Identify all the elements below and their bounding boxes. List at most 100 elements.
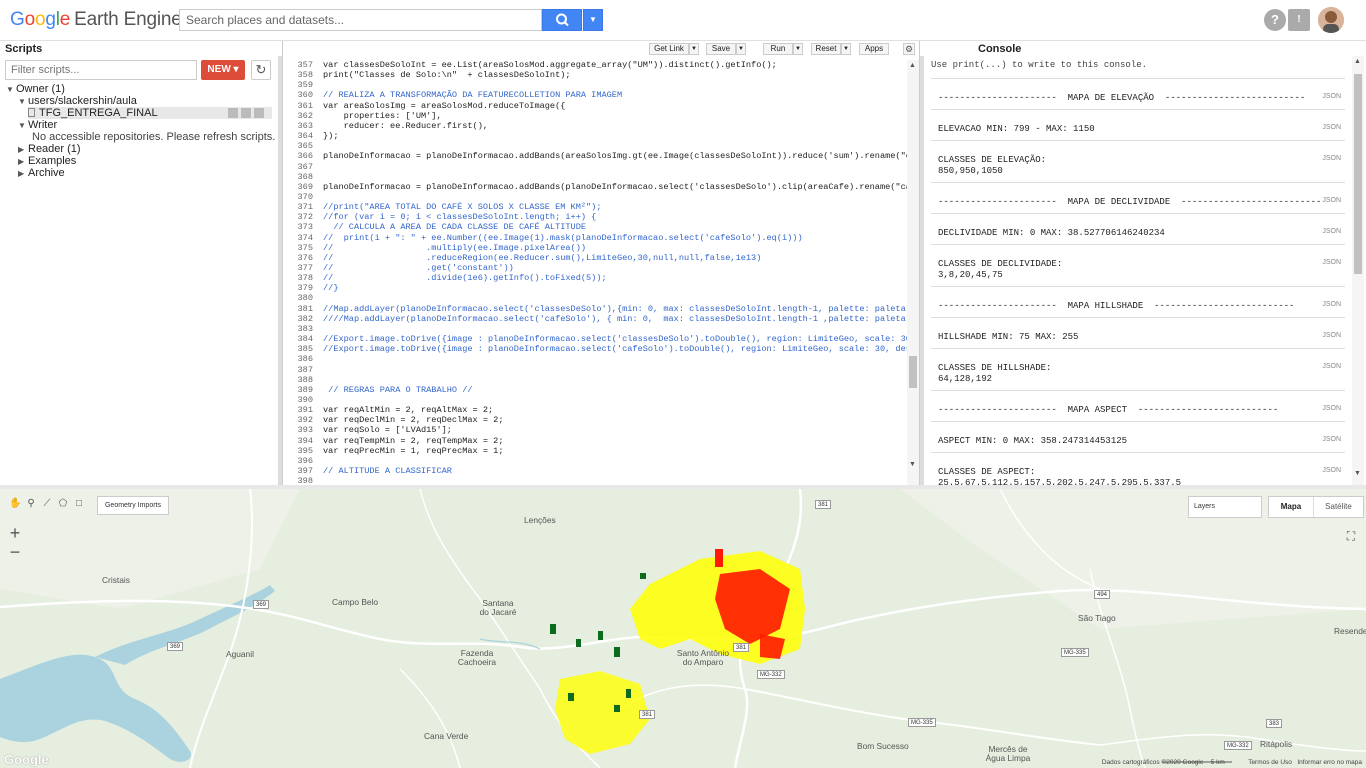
terms-link[interactable]: Termos de Uso [1248, 759, 1292, 766]
code-line[interactable]: 365 [283, 141, 907, 151]
get-link-button[interactable]: Get Link [649, 43, 689, 55]
search-input[interactable] [179, 9, 542, 31]
code-line[interactable]: 369 planoDeInformacao = planoDeInformacao… [283, 182, 907, 192]
code-area[interactable]: 357 var classesDeSoloInt = ee.List(areaSo… [283, 60, 907, 485]
code-line[interactable]: 385 //Export.image.toDrive({image : plano… [283, 344, 907, 354]
run-dropdown[interactable]: ▼ [793, 43, 803, 55]
code-line[interactable]: 374 // print(i + ": " + ee.Number((ee.Ima… [283, 233, 907, 243]
tab-scripts[interactable]: Scripts [2, 43, 46, 56]
new-script-button[interactable]: NEW ▾ [201, 60, 245, 80]
code-line[interactable]: 367 [283, 162, 907, 172]
map-type-mapa[interactable]: Mapa [1269, 497, 1313, 517]
apps-button[interactable]: Apps [859, 43, 889, 55]
code-line[interactable]: 370 [283, 192, 907, 202]
scroll-up-icon[interactable]: ▲ [909, 62, 916, 69]
reset-dropdown[interactable]: ▼ [841, 43, 851, 55]
code-line[interactable]: 388 [283, 375, 907, 385]
report-error-link[interactable]: Informar erro no mapa [1297, 759, 1362, 766]
zoom-in-button[interactable]: + [5, 523, 25, 543]
json-toggle[interactable]: JSON [1322, 467, 1341, 474]
json-toggle[interactable]: JSON [1322, 363, 1341, 370]
code-line[interactable]: 396 [283, 456, 907, 466]
hand-tool-icon[interactable]: ✋ [9, 498, 21, 510]
map-view[interactable]: ✋ ⚲ ⟋ ⬠ □ Geometry Imports + − Layers Ma… [0, 489, 1366, 768]
scroll-down-icon[interactable]: ▼ [1354, 470, 1361, 477]
feedback-icon[interactable]: ! [1288, 9, 1310, 31]
code-line[interactable]: 375 // .multiply(ee.Image.pixelArea()) [283, 243, 907, 253]
map-type-satellite[interactable]: Satélite [1313, 497, 1363, 517]
tab-assets[interactable]: Assets [70, 43, 112, 56]
polygon-tool-icon[interactable]: ⬠ [57, 498, 69, 510]
rename-icon[interactable] [241, 108, 251, 118]
code-line[interactable]: 384 //Export.image.toDrive({image : plano… [283, 334, 907, 344]
code-line[interactable]: 389 // REGRAS PARA O TRABALHO // [283, 385, 907, 395]
code-line[interactable]: 378 // .divide(1e6).getInfo().toFixed(5))… [283, 273, 907, 283]
refresh-scripts-button[interactable]: ↻ [251, 60, 271, 80]
history-icon[interactable] [228, 108, 238, 118]
json-toggle[interactable]: JSON [1322, 436, 1341, 443]
point-tool-icon[interactable]: ⚲ [25, 498, 37, 510]
editor-scroll-thumb[interactable] [909, 356, 917, 388]
rectangle-tool-icon[interactable]: □ [73, 498, 85, 510]
code-line[interactable]: 398 [283, 476, 907, 485]
get-link-dropdown[interactable]: ▼ [689, 43, 699, 55]
delete-icon[interactable] [254, 108, 264, 118]
code-line[interactable]: 390 [283, 395, 907, 405]
run-button[interactable]: Run [763, 43, 793, 55]
code-line[interactable]: 383 [283, 324, 907, 334]
save-dropdown[interactable]: ▼ [736, 43, 746, 55]
search-dropdown-button[interactable]: ▼ [583, 9, 603, 31]
line-tool-icon[interactable]: ⟋ [41, 498, 53, 510]
scroll-up-icon[interactable]: ▲ [1354, 58, 1361, 65]
code-line[interactable]: 361 var areaSolosImg = areaSolosMod.reduc… [283, 101, 907, 111]
search-button[interactable] [542, 9, 582, 31]
code-line[interactable]: 380 [283, 293, 907, 303]
tree-writer[interactable]: ▼ Writer [18, 119, 57, 131]
code-line[interactable]: 368 [283, 172, 907, 182]
code-line[interactable]: 394 var reqTempMin = 2, reqTempMax = 2; [283, 436, 907, 446]
json-toggle[interactable]: JSON [1322, 301, 1341, 308]
gear-icon[interactable]: ⚙ [903, 43, 915, 55]
code-line[interactable]: 397 // ALTITUDE A CLASSIFICAR [283, 466, 907, 476]
json-toggle[interactable]: JSON [1322, 93, 1341, 100]
editor-scrollbar[interactable]: ▲ ▼ [907, 60, 919, 485]
zoom-out-button[interactable]: − [5, 542, 25, 562]
tree-archive[interactable]: ▶ Archive [18, 167, 65, 179]
console-scroll-thumb[interactable] [1354, 74, 1362, 274]
code-line[interactable]: 387 [283, 365, 907, 375]
json-toggle[interactable]: JSON [1322, 405, 1341, 412]
code-line[interactable]: 386 [283, 354, 907, 364]
save-button[interactable]: Save [706, 43, 736, 55]
code-line[interactable]: 366 planoDeInformacao = planoDeInformacao… [283, 151, 907, 161]
console-scrollbar[interactable]: ▲ ▼ [1352, 56, 1364, 485]
scroll-down-icon[interactable]: ▼ [909, 461, 916, 468]
code-line[interactable]: 358 print("Classes de Solo:\n" + classesD… [283, 70, 907, 80]
code-line[interactable]: 393 var reqSolo = ['LVAd15']; [283, 425, 907, 435]
code-line[interactable]: 392 var reqDeclMin = 2, reqDeclMax = 2; [283, 415, 907, 425]
filter-scripts-input[interactable] [5, 60, 197, 80]
avatar[interactable] [1318, 7, 1344, 33]
tree-examples[interactable]: ▶ Examples [18, 155, 76, 167]
code-line[interactable]: 395 var reqPrecMin = 1, reqPrecMax = 1; [283, 446, 907, 456]
tree-repo[interactable]: ▼ users/slackershin/aula [18, 95, 137, 107]
layers-button[interactable]: Layers [1188, 496, 1262, 518]
json-toggle[interactable]: JSON [1322, 332, 1341, 339]
json-toggle[interactable]: JSON [1322, 228, 1341, 235]
tree-file-tfg[interactable]: TFG_ENTREGA_FINAL [28, 107, 272, 119]
code-line[interactable]: 372 //for (var i = 0; i < classesDeSoloIn… [283, 212, 907, 222]
code-line[interactable]: 362 properties: ['UM'], [283, 111, 907, 121]
geometry-imports-button[interactable]: Geometry Imports [97, 496, 169, 515]
json-toggle[interactable]: JSON [1322, 124, 1341, 131]
code-line[interactable]: 373 // CALCULA A AREA DE CADA CLASSE DE … [283, 222, 907, 232]
tree-reader[interactable]: ▶ Reader (1) [18, 143, 81, 155]
code-line[interactable]: 377 // .get('constant')) [283, 263, 907, 273]
code-line[interactable]: 360 // REALIZA A TRANSFORMAÇÃO DA FEATURE… [283, 90, 907, 100]
tab-tasks[interactable]: Tasks [1017, 43, 1053, 56]
code-line[interactable]: 376 // .reduceRegion(ee.Reducer.sum(),Lim… [283, 253, 907, 263]
code-line[interactable]: 391 var reqAltMin = 2, reqAltMax = 2; [283, 405, 907, 415]
json-toggle[interactable]: JSON [1322, 197, 1341, 204]
code-line[interactable]: 363 reducer: ee.Reducer.first(), [283, 121, 907, 131]
code-line[interactable]: 381 //Map.addLayer(planoDeInformacao.sele… [283, 304, 907, 314]
code-line[interactable]: 364}); [283, 131, 907, 141]
json-toggle[interactable]: JSON [1322, 155, 1341, 162]
